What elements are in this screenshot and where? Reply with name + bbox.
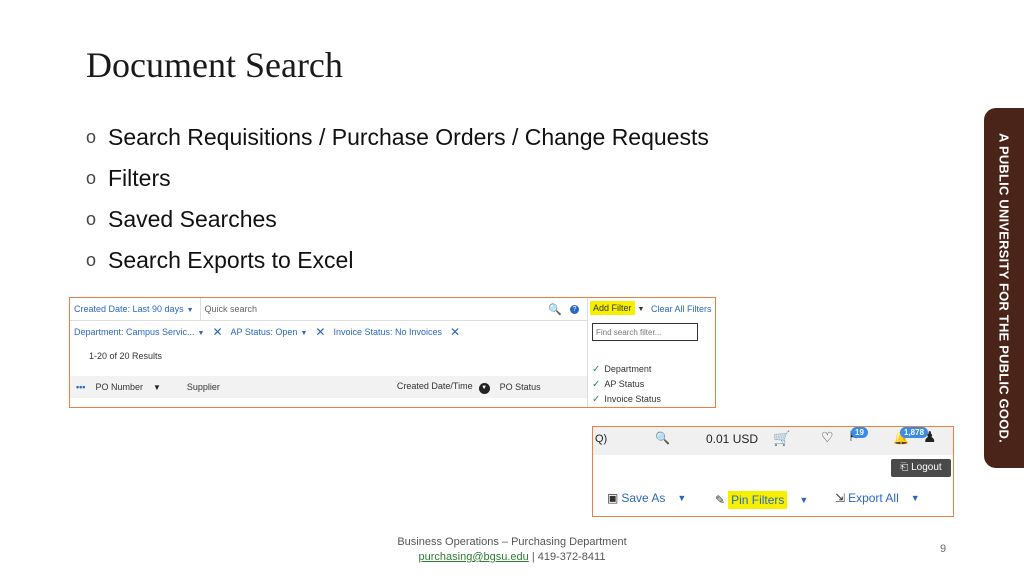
find-filter-input[interactable]: Find search filter... — [592, 323, 698, 341]
check-icon: ✓ — [592, 394, 601, 405]
export-icon: ⇲ — [835, 491, 846, 505]
sort-caret-icon: ▼ — [152, 383, 161, 392]
clear-all-filters-link[interactable]: Clear All Filters — [651, 304, 712, 314]
save-icon: ▣ — [607, 491, 619, 505]
bullet-text: Search Exports to Excel — [108, 246, 354, 273]
bullet-item: o Filters — [86, 157, 709, 198]
filter-option-ap-status[interactable]: ✓ AP Status — [592, 379, 644, 390]
logout-button[interactable]: ⎗ Logout — [891, 459, 951, 477]
add-filter-button[interactable]: Add Filter ▼ — [590, 301, 645, 315]
add-filter-dropdown: Add Filter ▼ Clear All Filters Find searc… — [587, 298, 715, 407]
chevron-down-icon: ▼ — [799, 495, 809, 505]
heart-icon[interactable]: ♡ — [821, 429, 834, 446]
date-filter-dropdown[interactable]: Created Date: Last 90 days ▼ — [74, 304, 194, 314]
department-filter-chip[interactable]: Department: Campus Servic... ▼ — [74, 327, 204, 337]
bullet-marker: o — [86, 208, 97, 229]
toolbar-screenshot: Q) 🔍 0.01 USD 🛒 ♡ ⚑ 19 🔔 1,878 ♟ ⎗ Logou… — [592, 426, 954, 517]
slide-title: Document Search — [86, 45, 343, 85]
column-created-date[interactable]: Created Date/Time ▼ — [397, 381, 490, 394]
column-po-number[interactable]: PO Number ▼ — [95, 382, 160, 392]
results-count: 1-20 of 20 Results — [89, 351, 163, 361]
bullet-item: o Search Exports to Excel — [86, 239, 709, 280]
search-icon[interactable]: 🔍 — [548, 303, 562, 316]
logout-icon: ⎗ — [900, 462, 912, 473]
search-icon[interactable]: 🔍 — [655, 431, 670, 445]
footer-department: Business Operations – Purchasing Departm… — [397, 536, 627, 548]
pin-filters-button[interactable]: ✎ Pin Filters ▼ — [715, 491, 808, 509]
bullet-marker: o — [86, 249, 97, 270]
column-supplier[interactable]: Supplier — [187, 382, 397, 392]
bullet-text: Filters — [108, 164, 171, 191]
cart-icon[interactable]: 🛒 — [773, 430, 790, 447]
bullet-marker: o — [86, 167, 97, 188]
pin-icon: ✎ — [715, 493, 726, 507]
check-icon: ✓ — [592, 364, 601, 375]
cart-amount[interactable]: 0.01 USD — [706, 432, 758, 446]
notifications-badge: 19 — [851, 427, 868, 438]
footer-phone: | 419-372-8411 — [531, 551, 606, 563]
page-number: 9 — [940, 543, 947, 555]
chevron-down-icon: ▼ — [910, 493, 920, 503]
bullet-text: Saved Searches — [108, 205, 277, 232]
bullet-marker: o — [86, 126, 97, 147]
bullet-item: o Search Requisitions / Purchase Orders /… — [86, 116, 709, 157]
invoice-status-filter-chip[interactable]: Invoice Status: No Invoices — [333, 327, 442, 337]
more-icon[interactable]: ••• — [76, 382, 85, 392]
quick-search-input[interactable]: Quick search — [205, 304, 549, 314]
save-as-button[interactable]: ▣ Save As ▼ — [607, 491, 686, 505]
bullet-list: o Search Requisitions / Purchase Orders /… — [86, 116, 709, 280]
close-icon[interactable]: ✕ — [212, 325, 222, 339]
side-tab: A PUBLIC UNIVERSITY FOR THE PUBLIC GOOD. — [984, 108, 1024, 468]
export-all-button[interactable]: ⇲ Export All ▼ — [835, 491, 920, 505]
bullet-text: Search Requisitions / Purchase Orders / … — [108, 123, 709, 150]
user-icon[interactable]: ♟ — [923, 428, 936, 446]
chevron-down-icon: ▼ — [677, 493, 687, 503]
chevron-down-icon: ▼ — [637, 306, 645, 313]
footer-contact: purchasing@bgsu.edu | 419-372-8411 — [0, 551, 1024, 563]
search-panel-screenshot: Created Date: Last 90 days ▼ Quick search… — [69, 297, 716, 408]
chevron-down-icon: ▼ — [186, 307, 194, 314]
bullet-item: o Saved Searches — [86, 198, 709, 239]
filter-option-invoice-status[interactable]: ✓ Invoice Status — [592, 394, 661, 405]
chevron-down-icon: ▼ — [300, 330, 308, 337]
close-icon[interactable]: ✕ — [315, 325, 325, 339]
ap-status-filter-chip[interactable]: AP Status: Open ▼ — [231, 327, 308, 337]
footer-email-link[interactable]: purchasing@bgsu.edu — [419, 551, 529, 563]
help-icon[interactable]: ? — [570, 304, 579, 314]
check-icon: ✓ — [592, 379, 601, 390]
chevron-down-icon: ▼ — [197, 330, 205, 337]
sort-desc-icon: ▼ — [478, 382, 490, 394]
search-field-fragment[interactable]: Q) — [595, 433, 607, 445]
column-po-status[interactable]: PO Status — [500, 382, 541, 392]
close-icon[interactable]: ✕ — [450, 325, 460, 339]
side-tab-text: A PUBLIC UNIVERSITY FOR THE PUBLIC GOOD. — [996, 133, 1012, 443]
divider — [199, 298, 201, 320]
filter-option-department[interactable]: ✓ Department — [592, 364, 651, 375]
